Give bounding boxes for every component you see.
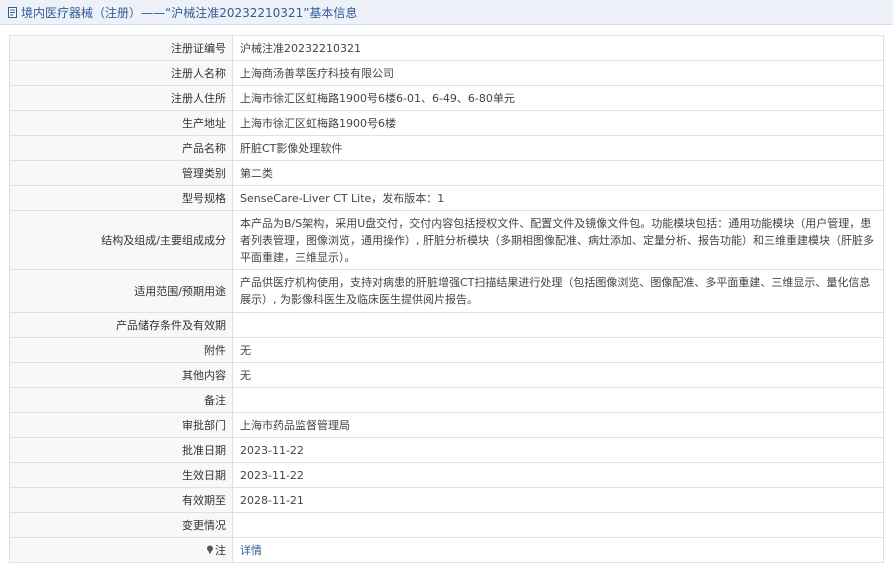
row-label: 审批部门 xyxy=(9,412,233,438)
row-label: 注册证编号 xyxy=(9,35,233,61)
row-label: 产品储存条件及有效期 xyxy=(9,312,233,338)
row-label: 结构及组成/主要组成成分 xyxy=(9,210,233,270)
table-row: 型号规格 SenseCare-Liver CT Lite，发布版本：1 xyxy=(9,185,884,211)
table-row: 其他内容 无 xyxy=(9,362,884,388)
row-label: 生效日期 xyxy=(9,462,233,488)
note-value-cell: 详情 xyxy=(232,537,884,563)
note-row: 注 详情 xyxy=(9,537,884,563)
table-row: 管理类别 第二类 xyxy=(9,160,884,186)
table-row: 注册人住所 上海市徐汇区虹梅路1900号6楼6-01、6-49、6-80单元 xyxy=(9,85,884,111)
pin-icon xyxy=(207,545,213,554)
row-label: 备注 xyxy=(9,387,233,413)
table-row: 附件 无 xyxy=(9,337,884,363)
row-label: 生产地址 xyxy=(9,110,233,136)
row-value: 上海市徐汇区虹梅路1900号6楼6-01、6-49、6-80单元 xyxy=(232,85,884,111)
table-row: 备注 xyxy=(9,387,884,413)
row-value: 无 xyxy=(232,337,884,363)
table-row: 产品储存条件及有效期 xyxy=(9,312,884,338)
row-label: 注册人住所 xyxy=(9,85,233,111)
table-row: 适用范围/预期用途 产品供医疗机构使用，支持对病患的肝脏增强CT扫描结果进行处理… xyxy=(9,269,884,313)
page-title: 境内医疗器械（注册）——“沪械注准20232210321”基本信息 xyxy=(21,5,358,20)
row-value: 本产品为B/S架构，采用U盘交付，交付内容包括授权文件、配置文件及镜像文件包。功… xyxy=(232,210,884,270)
page-header: 境内医疗器械（注册）——“沪械注准20232210321”基本信息 xyxy=(0,0,893,25)
table-row: 注册证编号 沪械注准20232210321 xyxy=(9,35,884,61)
row-label: 其他内容 xyxy=(9,362,233,388)
row-label: 变更情况 xyxy=(9,512,233,538)
row-value: 上海市徐汇区虹梅路1900号6楼 xyxy=(232,110,884,136)
table-row: 结构及组成/主要组成成分 本产品为B/S架构，采用U盘交付，交付内容包括授权文件… xyxy=(9,210,884,270)
row-value xyxy=(232,312,884,338)
row-label: 管理类别 xyxy=(9,160,233,186)
row-value: 上海商汤善萃医疗科技有限公司 xyxy=(232,60,884,86)
table-row: 生效日期 2023-11-22 xyxy=(9,462,884,488)
row-label: 注册人名称 xyxy=(9,60,233,86)
table-row: 变更情况 xyxy=(9,512,884,538)
table-row: 有效期至 2028-11-21 xyxy=(9,487,884,513)
row-value: 第二类 xyxy=(232,160,884,186)
row-label: 产品名称 xyxy=(9,135,233,161)
row-value: 产品供医疗机构使用，支持对病患的肝脏增强CT扫描结果进行处理（包括图像浏览、图像… xyxy=(232,269,884,313)
row-label: 有效期至 xyxy=(9,487,233,513)
row-value xyxy=(232,387,884,413)
document-icon xyxy=(8,6,17,18)
detail-table-container: 注册证编号 沪械注准20232210321 注册人名称 上海商汤善萃医疗科技有限… xyxy=(9,35,884,580)
row-label: 批准日期 xyxy=(9,437,233,463)
row-value xyxy=(232,512,884,538)
row-value: 无 xyxy=(232,362,884,388)
row-value: 2028-11-21 xyxy=(232,487,884,513)
table-row: 产品名称 肝脏CT影像处理软件 xyxy=(9,135,884,161)
row-value: 肝脏CT影像处理软件 xyxy=(232,135,884,161)
note-label: 注 xyxy=(215,543,226,557)
table-row: 注册人名称 上海商汤善萃医疗科技有限公司 xyxy=(9,60,884,86)
details-link[interactable]: 详情 xyxy=(240,544,262,557)
row-label: 适用范围/预期用途 xyxy=(9,269,233,313)
table-row: 生产地址 上海市徐汇区虹梅路1900号6楼 xyxy=(9,110,884,136)
row-value: SenseCare-Liver CT Lite，发布版本：1 xyxy=(232,185,884,211)
row-value: 上海市药品监督管理局 xyxy=(232,412,884,438)
row-value: 沪械注准20232210321 xyxy=(232,35,884,61)
table-row: 批准日期 2023-11-22 xyxy=(9,437,884,463)
detail-table: 注册证编号 沪械注准20232210321 注册人名称 上海商汤善萃医疗科技有限… xyxy=(9,35,884,563)
note-label-cell: 注 xyxy=(9,537,233,563)
row-value: 2023-11-22 xyxy=(232,462,884,488)
row-label: 型号规格 xyxy=(9,185,233,211)
row-value: 2023-11-22 xyxy=(232,437,884,463)
row-label: 附件 xyxy=(9,337,233,363)
table-row: 审批部门 上海市药品监督管理局 xyxy=(9,412,884,438)
